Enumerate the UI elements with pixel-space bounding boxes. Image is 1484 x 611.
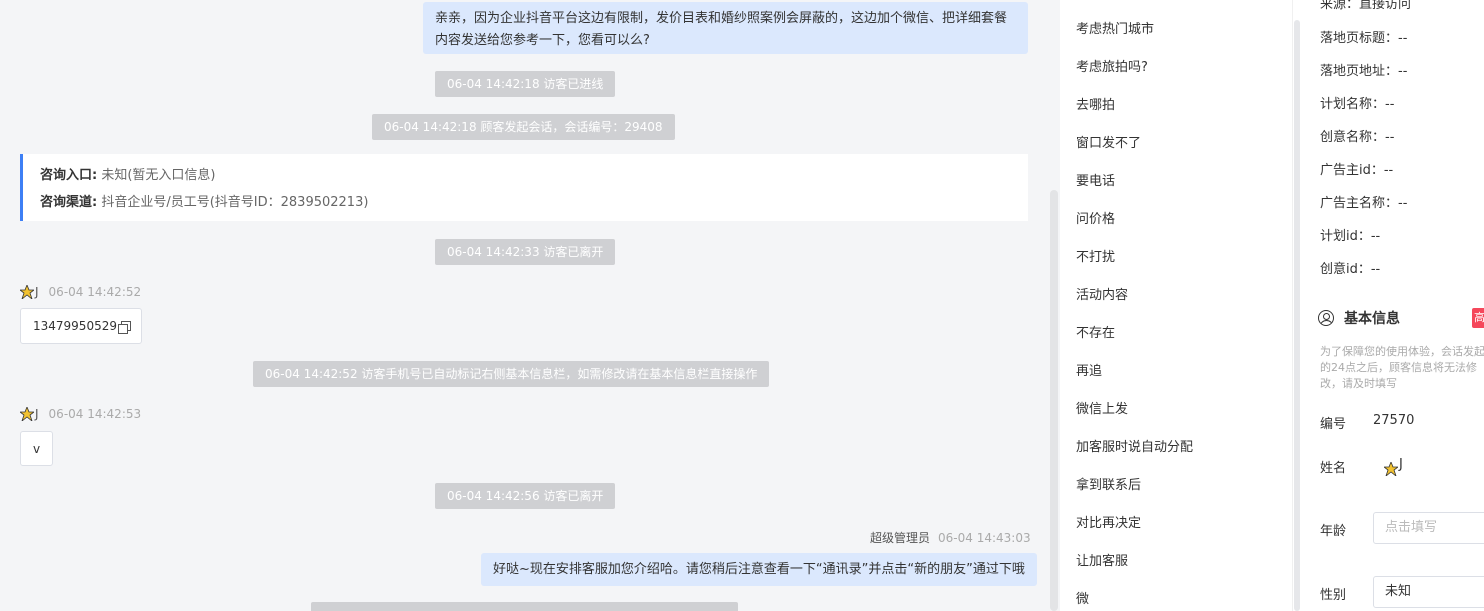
- system-notice: 06-04 14:42:18 访客已进线: [435, 71, 616, 97]
- quick-phrase-item[interactable]: 活动内容: [1076, 284, 1128, 303]
- quick-phrase-item[interactable]: 要电话: [1076, 170, 1115, 189]
- age-label: 年龄: [1320, 524, 1347, 539]
- user-circle-icon: [1318, 310, 1334, 326]
- basic-info-section-title: 基本信息: [1318, 308, 1400, 328]
- gender-value: 未知: [1385, 584, 1412, 599]
- plan-name-info: 计划名称：--: [1320, 97, 1395, 112]
- phrase-list-scrollbar[interactable]: [1292, 0, 1302, 611]
- name-value: J: [1399, 457, 1403, 472]
- system-notice-text: 06-04 14:42:18 访客已进线: [447, 77, 604, 91]
- number-label: 编号: [1320, 417, 1347, 432]
- channel-label: 咨询渠道:: [40, 195, 98, 210]
- visitor-message-bubble: v: [20, 431, 54, 466]
- name-label: 姓名: [1320, 461, 1347, 476]
- partial-system-notice: [311, 602, 738, 611]
- message-time: 06-04 14:43:03: [938, 530, 1031, 545]
- system-notice-text: 06-04 14:42:56 访客已离开: [447, 489, 604, 503]
- quick-phrase-item[interactable]: 不打扰: [1076, 246, 1115, 265]
- agent-message-bubble: 好哒~现在安排客服加您介绍哈。请您稍后注意查看一下“通讯录”并点击“新的朋友”通…: [481, 553, 1037, 586]
- system-notice-text: 06-04 14:42:33 访客已离开: [447, 245, 604, 259]
- quick-phrase-item[interactable]: 微信上发: [1076, 398, 1128, 417]
- quick-phrase-item[interactable]: 窗口发不了: [1076, 132, 1141, 151]
- agent-name: 超级管理员: [870, 531, 931, 545]
- system-notice-text: 06-04 14:42:18 顾客发起会话，会话编号：29408: [384, 120, 663, 134]
- channel-row: 咨询渠道: 抖音企业号/员工号(抖音号ID：2839502213): [40, 189, 1011, 216]
- creative-name-info: 创意名称：--: [1320, 130, 1395, 145]
- chat-area: 亲亲，因为企业抖音平台这边有限制，发价目表和婚纱照案例会屏蔽的，这边加个微信、把…: [0, 0, 1048, 611]
- quick-phrase-item[interactable]: 不存在: [1076, 322, 1115, 341]
- quick-phrase-item[interactable]: 对比再决定: [1076, 512, 1141, 531]
- quick-phrase-list: 考虑热门城市 考虑旅拍吗? 去哪拍 窗口发不了 要电话 问价格 不打扰 活动内容…: [1060, 0, 1292, 611]
- agent-sender-line: 超级管理员 06-04 14:43:03: [870, 529, 1031, 546]
- agent-message-bubble: 亲亲，因为企业抖音平台这边有限制，发价目表和婚纱照案例会屏蔽的，这边加个微信、把…: [423, 2, 1028, 54]
- advertiser-id-info: 广告主id：--: [1320, 163, 1394, 178]
- quick-phrase-item[interactable]: 考虑热门城市: [1076, 18, 1154, 37]
- age-input[interactable]: 点击填写: [1373, 512, 1484, 544]
- agent-message-text: 亲亲，因为企业抖音平台这边有限制，发价目表和婚纱照案例会屏蔽的，这边加个微信、把…: [435, 11, 1008, 48]
- creative-id-info: 创意id：--: [1320, 262, 1381, 277]
- advertiser-name-info: 广告主名称：--: [1320, 196, 1408, 211]
- entry-value: 未知(暂无入口信息): [101, 168, 216, 183]
- visitor-info-panel: 来源：直接访问 落地页标题：-- 落地页地址：-- 计划名称：-- 创意名称：-…: [1302, 0, 1484, 611]
- name-field[interactable]: J: [1373, 449, 1484, 481]
- chat-scrollbar[interactable]: [1048, 0, 1060, 611]
- visitor-avatar-icon: [18, 283, 36, 301]
- entry-row: 咨询入口: 未知(暂无入口信息): [40, 162, 1011, 189]
- basic-info-title-text: 基本信息: [1344, 311, 1400, 327]
- quick-phrase-item[interactable]: 再追: [1076, 360, 1102, 379]
- copy-icon[interactable]: [117, 320, 131, 334]
- landing-url-info: 落地页地址：--: [1320, 64, 1408, 79]
- plan-id-info: 计划id：--: [1320, 229, 1381, 244]
- entry-label: 咨询入口:: [40, 168, 98, 183]
- visitor-sender-line: J 06-04 14:42:53: [18, 405, 142, 423]
- system-notice: 06-04 14:42:56 访客已离开: [435, 483, 616, 509]
- system-notice: 06-04 14:42:52 访客手机号已自动标记右侧基本信息栏，如需修改请在基…: [253, 361, 770, 387]
- system-notice: 06-04 14:42:33 访客已离开: [435, 239, 616, 265]
- visitor-avatar-icon: [18, 405, 36, 423]
- gender-label: 性别: [1320, 588, 1347, 603]
- system-notice: 06-04 14:42:18 顾客发起会话，会话编号：29408: [372, 114, 675, 140]
- consult-entry-card: 咨询入口: 未知(暂无入口信息) 咨询渠道: 抖音企业号/员工号(抖音号ID：2…: [20, 154, 1028, 221]
- quick-phrase-item[interactable]: 去哪拍: [1076, 94, 1115, 113]
- agent-message-text: 好哒~现在安排客服加您介绍哈。请您稍后注意查看一下“通讯录”并点击“新的朋友”通…: [493, 562, 1025, 577]
- phrase-list-scrollbar-thumb[interactable]: [1294, 20, 1300, 611]
- chat-scrollbar-thumb[interactable]: [1050, 190, 1058, 611]
- visitor-sender-line: J 06-04 14:42:52: [18, 283, 142, 301]
- age-placeholder: 点击填写: [1385, 520, 1438, 535]
- visitor-message-bubble: 13479950529: [20, 308, 142, 344]
- quick-phrase-item[interactable]: 考虑旅拍吗?: [1076, 56, 1148, 75]
- message-time: 06-04 14:42:53: [48, 407, 142, 421]
- message-time: 06-04 14:42:52: [48, 285, 142, 299]
- landing-title-info: 落地页标题：--: [1320, 31, 1408, 46]
- visitor-avatar-icon: [1382, 458, 1400, 478]
- quick-phrase-item[interactable]: 拿到联系后: [1076, 474, 1141, 493]
- edit-tip-text: 为了保障您的使用体验，会话发起的24点之后，顾客信息将无法修改，请及时填写: [1320, 345, 1484, 390]
- priority-tag: 高: [1472, 308, 1484, 328]
- source-info: 来源：直接访问: [1320, 0, 1412, 12]
- quick-phrase-item[interactable]: 加客服时说自动分配: [1076, 436, 1193, 455]
- gender-select[interactable]: 未知: [1373, 576, 1484, 608]
- quick-phrase-item[interactable]: 让加客服: [1076, 550, 1128, 569]
- quick-phrase-item[interactable]: 微: [1076, 588, 1089, 607]
- quick-phrase-item[interactable]: 问价格: [1076, 208, 1115, 227]
- system-notice-text: 06-04 14:42:52 访客手机号已自动标记右侧基本信息栏，如需修改请在基…: [265, 367, 758, 381]
- number-value: 27570: [1373, 413, 1415, 428]
- visitor-name: J: [35, 285, 39, 299]
- visitor-message-text: v: [33, 441, 41, 456]
- visitor-phone-text: 13479950529: [33, 319, 117, 333]
- visitor-name: J: [35, 407, 39, 421]
- channel-value: 抖音企业号/员工号(抖音号ID：2839502213): [101, 195, 369, 210]
